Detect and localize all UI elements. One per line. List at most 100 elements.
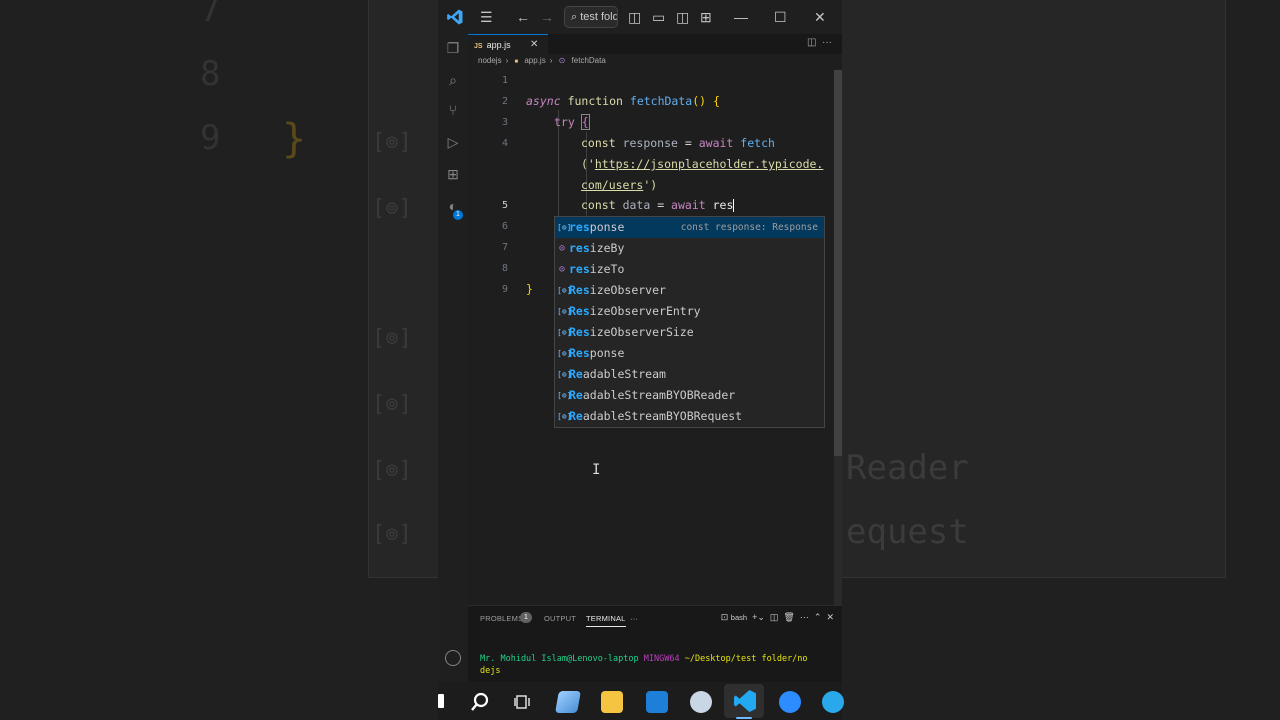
tab-terminal[interactable]: TERMINAL (586, 614, 626, 627)
match-highlight: Re (569, 409, 583, 423)
forward-arrow-icon[interactable]: → (540, 9, 554, 25)
split-terminal-icon[interactable]: ◫ (770, 612, 779, 622)
suggest-widget: [⊚] response const response: Response ⊙ … (554, 216, 825, 428)
line-number: 9 (501, 284, 508, 295)
close-window-icon[interactable]: ✕ (814, 9, 826, 26)
minimize-icon[interactable]: — (734, 9, 748, 25)
keyword-function: function (567, 94, 623, 108)
keyword-await: await (698, 136, 734, 150)
suggest-item[interactable]: ⊙ resizeBy (555, 238, 824, 259)
toggle-secondary-sidebar-icon[interactable]: ◫ (676, 9, 689, 26)
chevron-down-icon[interactable]: ⌄ (757, 612, 765, 622)
suggest-label: ResizeObserverEntry (569, 301, 701, 322)
variable-name: data (622, 198, 651, 212)
more-actions-icon[interactable]: ··· (800, 612, 809, 622)
toggle-sidebar-icon[interactable]: ◫ (628, 9, 641, 26)
suggest-item[interactable]: [⊚] ReadableStream (555, 364, 824, 385)
operator: = (650, 198, 672, 212)
suggest-item[interactable]: [⊚] response const response: Response (555, 217, 824, 238)
suggest-item[interactable]: [⊚] ReadableStreamBYOBReader (555, 385, 824, 406)
bracket: { (580, 114, 590, 130)
editor-scrollbar-thumb[interactable] (834, 70, 842, 456)
breadcrumb: nodejs › ■ app.js › ⊙ fetchData (478, 56, 610, 65)
problems-count-badge: 1 (520, 612, 532, 623)
start-icon[interactable] (438, 694, 444, 708)
telegram-icon[interactable] (822, 691, 844, 713)
explorer-icon[interactable]: ❐ (445, 40, 461, 56)
task-view-icon[interactable] (514, 693, 536, 715)
terminal-icon: ⊡ (720, 612, 729, 622)
suggest-label: response (569, 217, 624, 238)
match-highlight: Re (569, 388, 583, 402)
terminal-user: Mr. Mohidul Islam@Lenovo-laptop (480, 654, 639, 664)
variable-icon: [⊚] (557, 223, 572, 232)
source-control-icon[interactable]: ⑂ (445, 102, 461, 118)
close-tab-icon[interactable]: ✕ (530, 35, 538, 55)
code-line-4-wrap: ('https://jsonplaceholder.typicode. (581, 157, 823, 171)
extensions-icon[interactable]: ⊞ (445, 166, 461, 182)
shell-name[interactable]: bash (731, 613, 747, 622)
breadcrumb-item[interactable]: fetchData (572, 56, 606, 65)
suggest-item[interactable]: [⊚] ResizeObserver (555, 280, 824, 301)
tab-problems[interactable]: PROBLEMS (480, 614, 523, 623)
suggest-item[interactable]: [⊚] ResizeObserverEntry (555, 301, 824, 322)
code-line-3: try { (554, 114, 590, 130)
url-string[interactable]: com/users (581, 178, 643, 192)
bottom-panel: PROBLEMS 1 OUTPUT TERMINAL ··· ⊡ bash +⌄… (468, 605, 842, 690)
string-close: ') (643, 178, 658, 192)
suggest-label: ReadableStreamBYOBRequest (569, 406, 742, 427)
search-icon[interactable]: ⌕ (445, 72, 461, 88)
suggest-item[interactable]: ⊙ resizeTo (555, 259, 824, 280)
taskbar (438, 682, 844, 720)
chevron-right-icon: › (505, 56, 509, 65)
match-highlight: Res (569, 283, 590, 297)
mail-icon[interactable] (646, 691, 668, 713)
chevron-up-icon[interactable]: ⌃ (814, 612, 822, 622)
url-string[interactable]: https://jsonplaceholder.typicode. (595, 157, 823, 171)
file-explorer-icon[interactable] (601, 691, 623, 713)
chevron-right-icon: › (549, 56, 553, 65)
suggest-item[interactable]: [⊚] ReadableStreamBYOBRequest (555, 406, 824, 427)
function-call: fetch (740, 136, 775, 150)
suggest-item[interactable]: [⊚] Response (555, 343, 824, 364)
back-arrow-icon[interactable]: ← (516, 9, 530, 25)
bg-line-number: 9 (200, 118, 221, 158)
command-center-label: test fold (580, 11, 618, 23)
line-number: 2 (501, 96, 508, 107)
split-editor-icon[interactable]: ◫ (807, 37, 816, 48)
maximize-icon[interactable]: ☐ (774, 9, 787, 26)
trash-icon[interactable]: 🗑 (783, 612, 794, 622)
run-debug-icon[interactable]: ▷ (445, 134, 461, 150)
more-actions-icon[interactable]: ··· (822, 37, 832, 48)
breadcrumb-item[interactable]: nodejs (478, 56, 502, 65)
remote-icon[interactable]: ◐ (445, 198, 461, 214)
zoom-icon[interactable] (779, 691, 801, 713)
terminal-prompt-line: Mr. Mohidul Islam@Lenovo-laptop MINGW64 … (480, 654, 808, 664)
tab-output[interactable]: OUTPUT (544, 614, 576, 623)
snipping-tool-icon[interactable] (690, 691, 712, 713)
suggest-item[interactable]: [⊚] ResizeObserverSize (555, 322, 824, 343)
match-highlight: res (569, 241, 590, 255)
title-bar: ☰ ← → ⌕ test fold ◫ ▭ ◫ ⊞ — ☐ ✕ (438, 0, 842, 34)
method-icon: ⊙ (558, 264, 566, 275)
tab-app-js[interactable]: JS app.js ✕ (468, 34, 548, 54)
editor-scrollbar-track[interactable] (834, 456, 842, 606)
command-center[interactable]: ⌕ test fold (564, 6, 618, 28)
suggest-label-rest: adableStream (582, 367, 666, 381)
string-open: (' (581, 157, 595, 171)
more-icon[interactable]: ··· (630, 614, 638, 623)
menu-icon[interactable]: ☰ (480, 9, 493, 26)
toggle-panel-icon[interactable]: ▭ (652, 9, 665, 26)
bg-symbol-icon: [⊚] (372, 130, 412, 155)
notepad-icon[interactable] (555, 691, 581, 713)
line-number: 7 (501, 242, 508, 253)
line-number-active: 5 (501, 200, 508, 211)
close-panel-icon[interactable]: ✕ (826, 612, 834, 622)
keyword-await: await (671, 198, 706, 212)
breadcrumb-item[interactable]: app.js (524, 56, 545, 65)
search-icon[interactable] (470, 692, 492, 714)
active-app-indicator (736, 717, 752, 719)
customize-layout-icon[interactable]: ⊞ (700, 9, 712, 26)
bg-symbol-icon: [⊚] (372, 458, 412, 483)
account-icon[interactable] (445, 650, 461, 666)
